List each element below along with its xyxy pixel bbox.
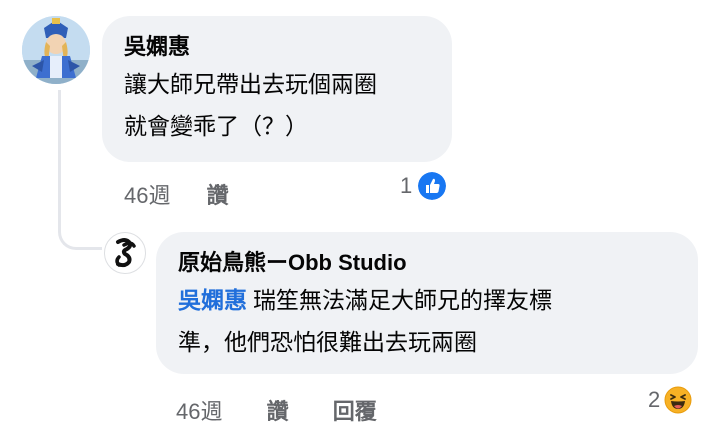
like-icon: [418, 172, 447, 200]
reply-timestamp[interactable]: 46週: [176, 394, 222, 426]
comment-author-avatar[interactable]: [22, 16, 90, 84]
comment-text-line: 就會變乖了（？）: [124, 114, 308, 140]
reply-reactions[interactable]: 2: [648, 386, 692, 414]
comment-timestamp[interactable]: 46週: [124, 178, 170, 210]
comment-actions: 46週 讚: [124, 178, 229, 210]
reply-author-avatar[interactable]: [104, 232, 146, 274]
reply-bubble: 原始鳥熊ーObb Studio 吳嫻惠 瑞笙無法滿足大師兄的擇友標 準，他們恐怕很…: [156, 232, 698, 374]
reply-text-line: 準，他們恐怕很難出去玩兩圈: [178, 330, 477, 356]
reply-actions: 46週 讚 回覆: [176, 394, 377, 426]
reply-button[interactable]: 回覆: [333, 394, 377, 426]
haha-icon: [664, 386, 692, 414]
reaction-count: 1: [400, 173, 413, 198]
comment-text: 讓大師兄帶出去玩個兩圈 就會變乖了（？）: [124, 64, 430, 148]
reply-text-segment: 瑞笙無法滿足大師兄的擇友標: [253, 288, 552, 314]
reply-text: 吳嫻惠 瑞笙無法滿足大師兄的擇友標 準，他們恐怕很難出去玩兩圈: [178, 280, 676, 364]
like-button[interactable]: 讚: [207, 178, 229, 210]
thread-connector-line: [58, 90, 102, 250]
like-button[interactable]: 讚: [267, 394, 289, 426]
reply-text-line: 吳嫻惠 瑞笙無法滿足大師兄的擇友標: [178, 280, 676, 322]
reply-author-name[interactable]: 原始鳥熊ーObb Studio: [178, 246, 676, 280]
comment-reactions[interactable]: 1: [400, 172, 447, 200]
comment-bubble: 吳嫻惠 讓大師兄帶出去玩個兩圈 就會變乖了（？）: [102, 16, 452, 162]
comment-author-name[interactable]: 吳嫻惠: [124, 30, 430, 64]
mention-link[interactable]: 吳嫻惠: [178, 288, 247, 314]
comment-text-line: 讓大師兄帶出去玩個兩圈: [124, 72, 377, 98]
reaction-count: 2: [648, 387, 661, 412]
